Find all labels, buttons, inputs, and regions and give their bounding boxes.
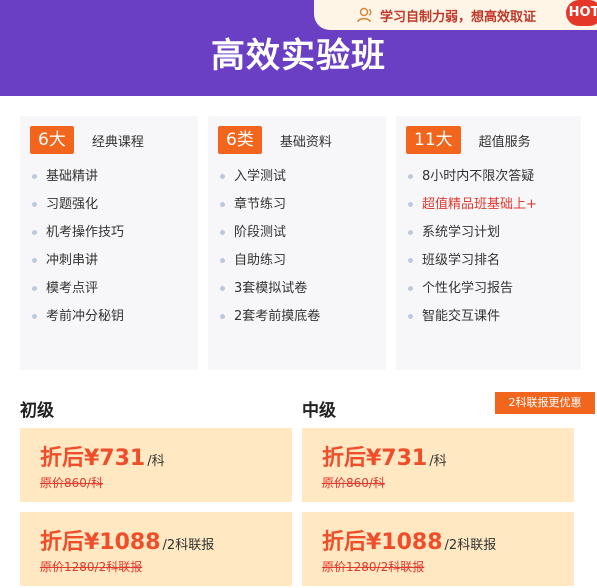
- list-item: 模考点评: [32, 280, 124, 308]
- price-line: 折后¥1088 /2科联报: [322, 524, 496, 556]
- hot-badge: HOT: [566, 0, 597, 26]
- page: 学习自制力弱，想高效取证 HOT 高效实验班 6大 经典课程 基础精讲 习题强化…: [0, 0, 597, 588]
- promo-tag-text: 学习自制力弱，想高效取证: [380, 9, 537, 25]
- original-price: 原价860/科: [40, 476, 103, 490]
- list-item: 班级学习排名: [408, 252, 537, 280]
- list-item: 阶段测试: [220, 224, 320, 252]
- original-price: 原价860/科: [322, 476, 385, 490]
- column-header: 6类 基础资料: [218, 126, 332, 154]
- discount-price: 折后¥731: [322, 446, 428, 471]
- column-badge: 6类: [218, 126, 262, 154]
- price-line: 折后¥731 /科: [40, 440, 165, 472]
- column-badge: 6大: [30, 126, 74, 154]
- feature-column-courses: 6大 经典课程 基础精讲 习题强化 机考操作技巧 冲刺串讲 模考点评 考前冲分秘…: [20, 116, 198, 370]
- feature-list: 8小时内不限次答疑 超值精品班基础上+ 系统学习计划 班级学习排名 个性化学习报…: [408, 168, 537, 336]
- discount-price: 折后¥731: [40, 446, 146, 471]
- price-line: 折后¥1088 /2科联报: [40, 524, 214, 556]
- tier-title-intermediate: 中级: [302, 401, 336, 421]
- price-unit: /科: [147, 454, 165, 469]
- column-subtitle: 基础资料: [279, 134, 332, 150]
- list-item: 基础精讲: [32, 168, 124, 196]
- original-price: 原价1280/2科联报: [40, 560, 143, 574]
- promo-tag[interactable]: 学习自制力弱，想高效取证: [314, 0, 597, 30]
- list-item: 3套模拟试卷: [220, 280, 320, 308]
- list-item: 2套考前摸底卷: [220, 308, 320, 336]
- price-line: 折后¥731 /科: [322, 440, 447, 472]
- list-item: 考前冲分秘钥: [32, 308, 124, 336]
- feature-list: 基础精讲 习题强化 机考操作技巧 冲刺串讲 模考点评 考前冲分秘钥: [32, 168, 124, 336]
- price-card[interactable]: 折后¥1088 /2科联报 原价1280/2科联报: [20, 512, 292, 586]
- list-item: 系统学习计划: [408, 224, 537, 252]
- user-icon: [357, 7, 372, 23]
- price-card[interactable]: 折后¥731 /科 原价860/科: [20, 428, 292, 502]
- price-unit: /2科联报: [444, 538, 497, 553]
- list-item-highlight: 超值精品班基础上+: [408, 196, 537, 224]
- list-item: 习题强化: [32, 196, 124, 224]
- price-unit: /2科联报: [162, 538, 215, 553]
- column-header: 11大 超值服务: [406, 126, 531, 154]
- tier-title-junior: 初级: [20, 401, 54, 421]
- list-item: 机考操作技巧: [32, 224, 124, 252]
- feature-column-services: 11大 超值服务 8小时内不限次答疑 超值精品班基础上+ 系统学习计划 班级学习…: [396, 116, 581, 370]
- combo-discount-badge: 2科联报更优惠: [495, 392, 595, 414]
- list-item: 个性化学习报告: [408, 280, 537, 308]
- list-item: 入学测试: [220, 168, 320, 196]
- header-banner: 学习自制力弱，想高效取证 HOT 高效实验班: [0, 0, 597, 96]
- list-item: 自助练习: [220, 252, 320, 280]
- column-badge: 11大: [406, 126, 461, 154]
- feature-list: 入学测试 章节练习 阶段测试 自助练习 3套模拟试卷 2套考前摸底卷: [220, 168, 320, 336]
- page-title: 高效实验班: [211, 36, 386, 76]
- column-subtitle: 超值服务: [478, 134, 531, 150]
- column-header: 6大 经典课程: [30, 126, 144, 154]
- price-card[interactable]: 折后¥1088 /2科联报 原价1280/2科联报: [302, 512, 574, 586]
- discount-price: 折后¥1088: [40, 530, 161, 555]
- original-price: 原价1280/2科联报: [322, 560, 425, 574]
- discount-price: 折后¥1088: [322, 530, 443, 555]
- price-card[interactable]: 折后¥731 /科 原价860/科: [302, 428, 574, 502]
- list-item: 章节练习: [220, 196, 320, 224]
- list-item: 8小时内不限次答疑: [408, 168, 537, 196]
- list-item: 冲刺串讲: [32, 252, 124, 280]
- price-unit: /科: [429, 454, 447, 469]
- column-subtitle: 经典课程: [91, 134, 144, 150]
- feature-column-materials: 6类 基础资料 入学测试 章节练习 阶段测试 自助练习 3套模拟试卷 2套考前摸…: [208, 116, 386, 370]
- list-item: 智能交互课件: [408, 308, 537, 336]
